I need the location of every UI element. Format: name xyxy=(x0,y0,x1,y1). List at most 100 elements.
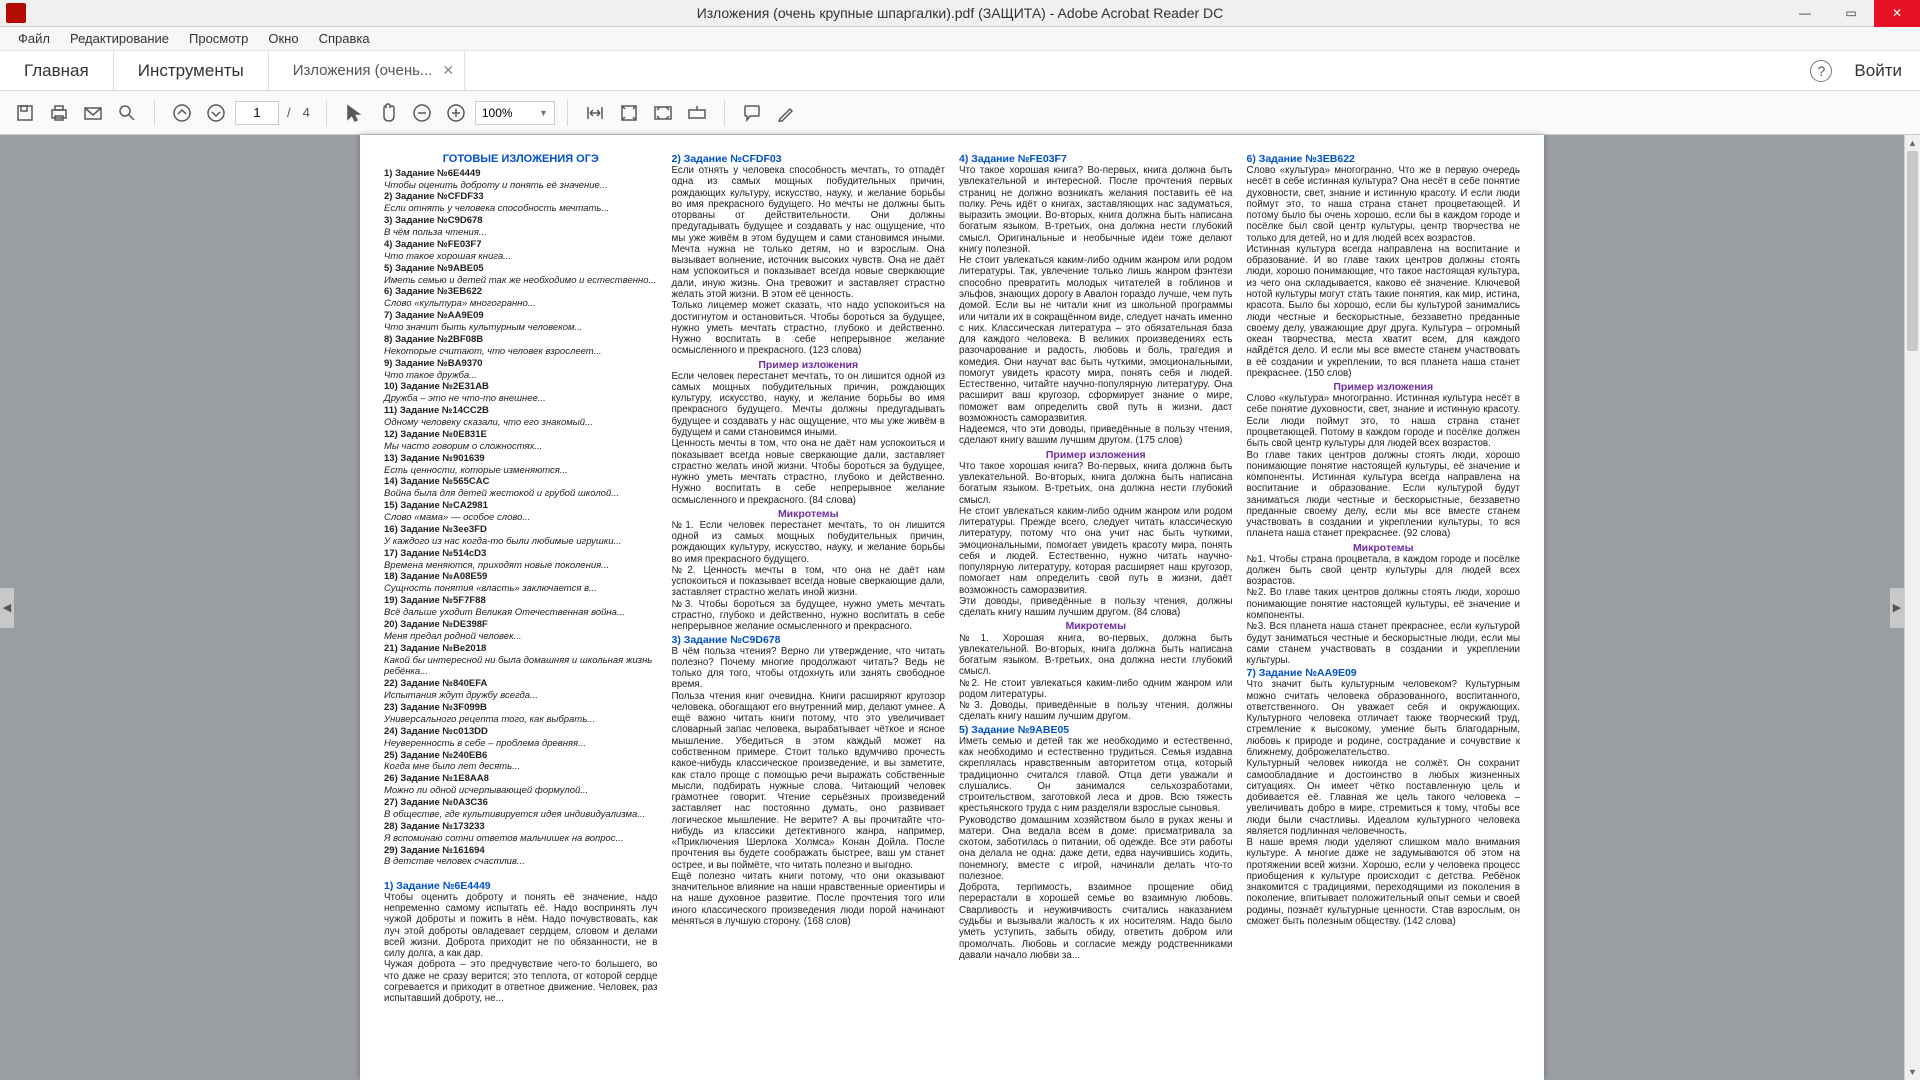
task-6-sub2: Микротемы xyxy=(1247,542,1521,554)
fit-page-icon[interactable] xyxy=(614,98,644,128)
zoom-value: 100% xyxy=(482,106,513,120)
task-6-title: 6) Задание №3EB622 xyxy=(1247,153,1521,165)
task-6-body2: Слово «культура» многогранно. Истинная к… xyxy=(1247,393,1521,539)
toc-item: 13) Задание №901639Есть ценности, которы… xyxy=(384,453,658,477)
tab-document-label: Изложения (очень... xyxy=(293,62,433,79)
search-icon[interactable] xyxy=(112,98,142,128)
close-button[interactable]: ✕ xyxy=(1874,0,1920,27)
fit-width-icon[interactable] xyxy=(580,98,610,128)
email-icon[interactable] xyxy=(78,98,108,128)
tab-home[interactable]: Главная xyxy=(0,51,114,90)
task-4-sub1: Пример изложения xyxy=(959,449,1233,461)
toc-list: 1) Задание №6E4449Чтобы оценить доброту … xyxy=(384,168,658,869)
task-5-title: 5) Задание №9ABE05 xyxy=(959,724,1233,736)
toc-item: 12) Задание №0E831EМы часто говорим о сл… xyxy=(384,429,658,453)
task-2-title: 2) Задание №CFDF03 xyxy=(672,153,946,165)
task-6-body1: Слово «культура» многогранно. Что же в п… xyxy=(1247,165,1521,379)
login-link[interactable]: Войти xyxy=(1854,61,1902,81)
toc-item: 29) Задание №161694В детстве человек сча… xyxy=(384,845,658,869)
prev-page-arrow[interactable]: ◀ xyxy=(0,588,14,628)
column-3: 4) Задание №FE03F7 Что такое хорошая кни… xyxy=(959,153,1233,1062)
zoom-in-icon[interactable] xyxy=(441,98,471,128)
tab-document[interactable]: Изложения (очень... ✕ xyxy=(269,51,465,90)
toc-item: 4) Задание №FE03F7Что такое хорошая книг… xyxy=(384,239,658,263)
task-4-body3: №1. Хорошая книга, во-первых, должна быт… xyxy=(959,633,1233,723)
minimize-button[interactable]: — xyxy=(1782,0,1828,27)
toc-item: 1) Задание №6E4449Чтобы оценить доброту … xyxy=(384,168,658,192)
task-1-title: 1) Задание №6E4449 xyxy=(384,880,658,892)
select-tool-icon[interactable] xyxy=(339,98,369,128)
comment-icon[interactable] xyxy=(737,98,767,128)
zoom-out-icon[interactable] xyxy=(407,98,437,128)
doc-header: ГОТОВЫЕ ИЗЛОЖЕНИЯ ОГЭ xyxy=(384,153,658,166)
print-icon[interactable] xyxy=(44,98,74,128)
page-number-input[interactable] xyxy=(235,101,279,125)
task-2-body1: Если отнять у человека способность мечта… xyxy=(672,165,946,357)
window-controls: — ▭ ✕ xyxy=(1782,0,1920,27)
scroll-down-icon[interactable]: ▼ xyxy=(1905,1064,1920,1080)
scroll-thumb[interactable] xyxy=(1907,151,1918,351)
toc-item: 28) Задание №173233Я вспоминаю сотни отв… xyxy=(384,821,658,845)
toc-item: 19) Задание №5F7F88Всё дальше уходит Вел… xyxy=(384,595,658,619)
save-icon[interactable] xyxy=(10,98,40,128)
tab-tools[interactable]: Инструменты xyxy=(114,51,269,90)
page-up-icon[interactable] xyxy=(167,98,197,128)
menu-view[interactable]: Просмотр xyxy=(179,31,258,46)
page-total: 4 xyxy=(299,105,314,120)
toc-item: 22) Задание №840EFAИспытания ждут дружбу… xyxy=(384,678,658,702)
page-separator: / xyxy=(283,105,295,120)
column-1: ГОТОВЫЕ ИЗЛОЖЕНИЯ ОГЭ 1) Задание №6E4449… xyxy=(384,153,658,1062)
task-4-body1: Что такое хорошая книга? Во-первых, книг… xyxy=(959,165,1233,447)
menu-file[interactable]: Файл xyxy=(8,31,60,46)
task-2-body3: №1. Если человек перестанет мечтать, то … xyxy=(672,520,946,633)
keyboard-icon[interactable] xyxy=(682,98,712,128)
toc-item: 11) Задание №14CC2BОдному человеку сказа… xyxy=(384,405,658,429)
toc-item: 9) Задание №BA9370Что такое дружба... xyxy=(384,358,658,382)
task-5-body: Иметь семью и детей так же необходимо и … xyxy=(959,736,1233,961)
task-2-sub2: Микротемы xyxy=(672,508,946,520)
document-viewport: ◀ ▶ ГОТОВЫЕ ИЗЛОЖЕНИЯ ОГЭ 1) Задание №6E… xyxy=(0,135,1904,1080)
scroll-up-icon[interactable]: ▲ xyxy=(1905,135,1920,151)
menubar: Файл Редактирование Просмотр Окно Справк… xyxy=(0,27,1920,51)
sign-icon[interactable] xyxy=(771,98,801,128)
separator xyxy=(567,100,568,126)
task-2-body2: Если человек перестанет мечтать, то он л… xyxy=(672,371,946,506)
toc-item: 5) Задание №9ABE05Иметь семью и детей та… xyxy=(384,263,658,287)
toc-item: 25) Задание №240EB6Когда мне было лет де… xyxy=(384,750,658,774)
zoom-select[interactable]: 100% ▼ xyxy=(475,101,555,125)
toc-item: 3) Задание №C9D678В чём польза чтения... xyxy=(384,215,658,239)
next-page-arrow[interactable]: ▶ xyxy=(1890,588,1904,628)
column-2: 2) Задание №CFDF03 Если отнять у человек… xyxy=(672,153,946,1062)
help-icon[interactable]: ? xyxy=(1810,60,1832,82)
toc-item: 10) Задание №2E31ABДружба – это не что-т… xyxy=(384,381,658,405)
toc-item: 14) Задание №565CACВойна была для детей … xyxy=(384,476,658,500)
toc-item: 6) Задание №3EB622Слово «культура» много… xyxy=(384,286,658,310)
toc-item: 15) Задание №CA2981Слово «мама» — особое… xyxy=(384,500,658,524)
toc-item: 26) Задание №1E8AA8Можно ли одной исчерп… xyxy=(384,773,658,797)
task-6-sub1: Пример изложения xyxy=(1247,381,1521,393)
task-6-body3: №1. Чтобы страна процветала, в каждом го… xyxy=(1247,554,1521,667)
menu-edit[interactable]: Редактирование xyxy=(60,31,179,46)
task-3-body: В чём польза чтения? Верно ли утверждени… xyxy=(672,646,946,928)
task-4-title: 4) Задание №FE03F7 xyxy=(959,153,1233,165)
maximize-button[interactable]: ▭ xyxy=(1828,0,1874,27)
toolbar: / 4 100% ▼ xyxy=(0,91,1920,135)
toc-item: 18) Задание №A08E59Сущность понятия «вла… xyxy=(384,571,658,595)
task-4-sub2: Микротемы xyxy=(959,620,1233,632)
toc-item: 27) Задание №0A3C36В обществе, где культ… xyxy=(384,797,658,821)
page-down-icon[interactable] xyxy=(201,98,231,128)
hand-tool-icon[interactable] xyxy=(373,98,403,128)
read-mode-icon[interactable] xyxy=(648,98,678,128)
tab-close-icon[interactable]: ✕ xyxy=(442,62,454,79)
vertical-scrollbar[interactable]: ▲ ▼ xyxy=(1904,135,1920,1080)
task-3-title: 3) Задание №C9D678 xyxy=(672,634,946,646)
toc-item: 17) Задание №514cD3Времена меняются, при… xyxy=(384,548,658,572)
menu-help[interactable]: Справка xyxy=(309,31,380,46)
separator xyxy=(326,100,327,126)
toc-item: 23) Задание №3F099BУниверсального рецепт… xyxy=(384,702,658,726)
separator xyxy=(154,100,155,126)
task-7-body: Что значит быть культурным человеком? Ку… xyxy=(1247,679,1521,927)
toc-item: 2) Задание №CFDF33Если отнять у человека… xyxy=(384,191,658,215)
menu-window[interactable]: Окно xyxy=(258,31,308,46)
task-2-sub1: Пример изложения xyxy=(672,359,946,371)
